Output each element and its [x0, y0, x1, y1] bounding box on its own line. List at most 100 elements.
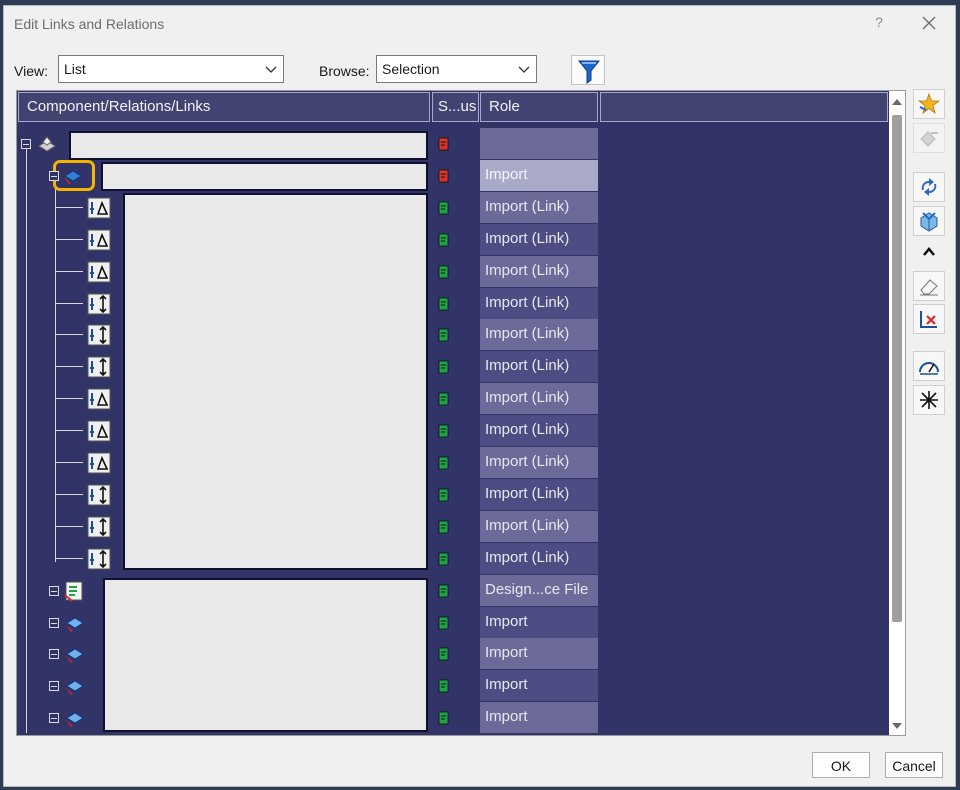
explode-icon [920, 391, 938, 409]
cancel-button[interactable]: Cancel [885, 752, 943, 778]
scrollbar-thumb[interactable] [892, 115, 902, 622]
tree-line [55, 334, 83, 336]
view-dropdown-value: List [64, 61, 86, 77]
status-ok-icon [438, 297, 449, 310]
status-ok-icon [438, 328, 449, 342]
window-title: Edit Links and Relations [14, 16, 165, 32]
expand-icon[interactable] [49, 649, 59, 660]
column-header-status[interactable]: S...us [432, 92, 479, 122]
role-cell: Import (Link) [480, 447, 598, 478]
tree-line [55, 462, 83, 463]
chevron-up-icon[interactable] [921, 245, 937, 259]
role-cell: Import (Link) [480, 255, 598, 287]
tree-line [55, 270, 83, 272]
rtb-button-6[interactable] [913, 304, 945, 334]
status-ok-icon [438, 552, 449, 566]
status-ok-icon [438, 679, 449, 693]
filter-button[interactable] [571, 55, 605, 85]
status-ok-icon [438, 488, 449, 502]
close-icon[interactable] [918, 12, 940, 34]
browse-label: Browse: [319, 63, 370, 79]
tree-line [55, 493, 83, 495]
selected-component-name-field[interactable] [101, 162, 428, 191]
scroll-down-icon[interactable] [889, 719, 905, 733]
column-header-component[interactable]: Component/Relations/Links [18, 92, 430, 122]
collapse-icon[interactable] [21, 139, 31, 149]
role-cell: Import (Link) [480, 319, 598, 351]
status-ok-icon [438, 392, 449, 406]
expand-icon[interactable] [49, 713, 59, 724]
product-component-icon [66, 616, 84, 632]
collapse-icon[interactable] [49, 170, 59, 181]
assembly-product-icon [38, 136, 56, 152]
part-component-icon [64, 170, 82, 184]
product-component-icon [66, 712, 84, 728]
status-ok-icon [438, 456, 449, 470]
measure-gauge-icon [919, 362, 939, 375]
links-tree-table[interactable]: Component/Relations/Links S...us Role Im… [16, 90, 906, 736]
rtb-button-4[interactable] [913, 206, 945, 236]
component-name-field[interactable] [69, 131, 428, 160]
tree-line [55, 238, 83, 240]
rtb-button-1[interactable] [913, 89, 945, 119]
rtb-button-7[interactable] [913, 351, 945, 381]
links-names-block [123, 193, 428, 570]
role-cell: Import [480, 702, 598, 734]
status-broken-icon [438, 137, 449, 151]
distance-constraint-link-icon [87, 548, 111, 570]
ok-button[interactable]: OK [812, 752, 870, 778]
tree-line [55, 398, 83, 400]
tree-line [55, 557, 83, 559]
expand-icon[interactable] [49, 681, 59, 692]
role-cell: Import (Link) [480, 383, 598, 415]
role-cell: Import [480, 606, 598, 638]
product-component-icon [66, 680, 84, 696]
chevron-down-icon [265, 66, 277, 73]
product-component-icon [66, 648, 84, 664]
status-broken-icon [438, 169, 449, 183]
tree-line [55, 302, 83, 304]
scroll-up-icon[interactable] [889, 95, 905, 109]
rtb-button-5[interactable] [913, 271, 945, 301]
role-cell: Import (Link) [480, 510, 598, 542]
role-cell: Import (Link) [480, 415, 598, 447]
column-header-role[interactable]: Role [480, 92, 598, 122]
distance-constraint-link-icon [87, 516, 111, 538]
angle-constraint-link-icon [87, 420, 111, 442]
tree-line [55, 430, 83, 432]
browse-dropdown[interactable]: Selection [376, 55, 537, 83]
angle-constraint-link-icon [87, 229, 111, 251]
tree-line [55, 366, 83, 368]
filter-icon [577, 60, 601, 84]
status-ok-icon [438, 616, 449, 629]
title-bar: Edit Links and Relations ? [4, 6, 955, 42]
view-label: View: [14, 63, 48, 79]
view-dropdown[interactable]: List [58, 55, 284, 83]
refresh-links-icon [921, 178, 937, 196]
status-ok-icon [438, 647, 449, 661]
role-cell: Design...ce File [480, 574, 598, 606]
column-header-empty [600, 92, 888, 122]
expand-icon[interactable] [49, 617, 59, 628]
status-ok-icon [438, 424, 449, 438]
role-cell: Import [480, 670, 598, 702]
status-ok-icon [438, 265, 449, 278]
edit-links-dialog: Edit Links and Relations ? View: List Br… [3, 5, 956, 787]
status-ok-icon [438, 711, 449, 725]
isolate-link-icon [920, 311, 937, 328]
role-cell: Import [480, 638, 598, 670]
status-ok-icon [438, 520, 449, 534]
replace-icon [920, 131, 938, 147]
help-button[interactable]: ? [870, 14, 888, 32]
angle-constraint-link-icon [87, 261, 111, 283]
rtb-button-2[interactable] [913, 123, 945, 153]
rtb-button-8[interactable] [913, 385, 945, 415]
role-cell: Import [480, 159, 598, 191]
angle-constraint-link-icon [87, 388, 111, 410]
angle-constraint-link-icon [87, 452, 111, 474]
vertical-scrollbar[interactable] [889, 91, 905, 735]
rtb-button-3[interactable] [913, 172, 945, 202]
role-cell: Import (Link) [480, 542, 598, 574]
load-icon [920, 212, 938, 232]
expand-icon[interactable] [49, 585, 59, 596]
